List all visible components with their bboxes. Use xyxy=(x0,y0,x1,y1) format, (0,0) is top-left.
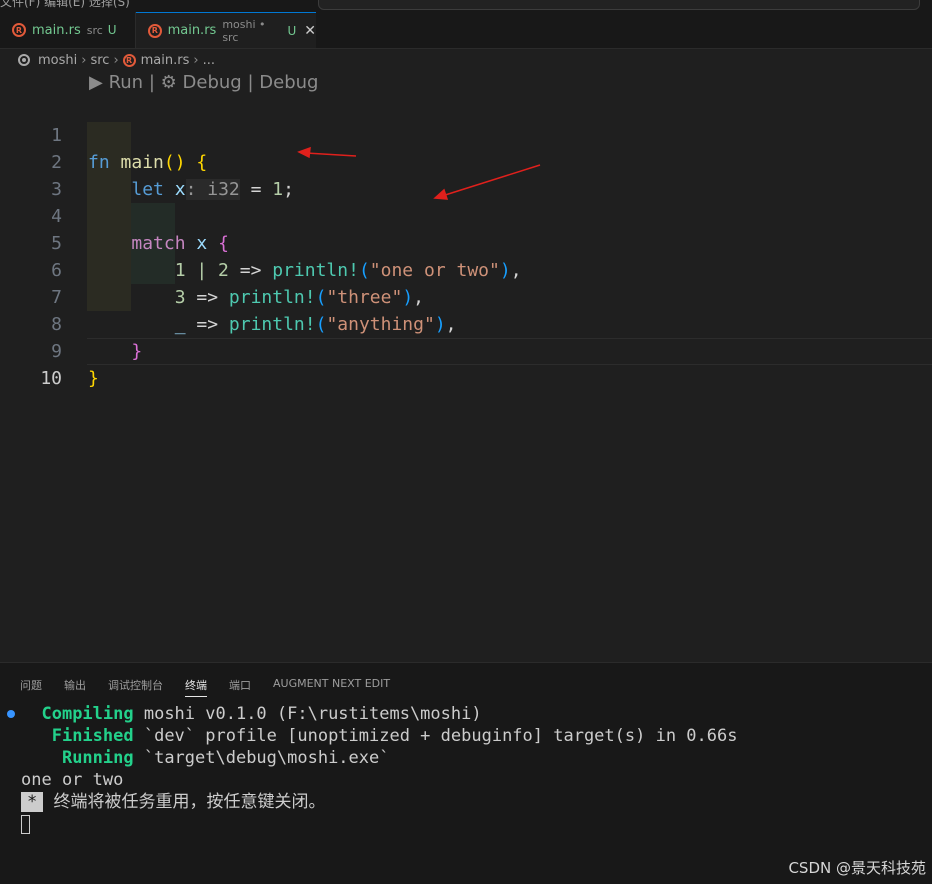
code-line: 2 let x: i32 = 1; xyxy=(0,122,932,200)
breadcrumb-item-moshi[interactable]: moshi xyxy=(38,53,77,68)
menu-bar[interactable]: 文件(F) 编辑(E) 选择(S) xyxy=(0,0,130,10)
code-line: 3 xyxy=(0,149,932,200)
untracked-badge: U xyxy=(287,23,297,38)
rust-file-icon: R xyxy=(122,53,136,67)
rust-file-icon: R xyxy=(12,23,26,37)
terminal-cursor xyxy=(21,814,30,834)
tab-label: main.rs xyxy=(167,23,217,38)
bottom-panel: 问题 输出 调试控制台 终端 端口 AUGMENT NEXT EDIT Comp… xyxy=(0,662,932,884)
code-line: 7 _ => println!("anything"), xyxy=(0,257,932,335)
untracked-badge: U xyxy=(107,23,117,37)
repo-icon xyxy=(18,54,30,66)
codelens-run[interactable]: Run xyxy=(109,72,144,93)
terminal-line: Compiling moshi v0.1.0 (F:\rustitems\mos… xyxy=(41,704,482,724)
code-line: 9 } xyxy=(0,311,932,389)
tab-main-rs-moshi[interactable]: R main.rs moshi • src U ✕ xyxy=(136,12,316,48)
panel-tabs: 问题 输出 调试控制台 终端 端口 AUGMENT NEXT EDIT xyxy=(20,677,412,697)
code-line: 5 1 | 2 => println!("one or two"), xyxy=(0,203,932,281)
tab-description: src xyxy=(86,23,103,37)
codelens-separator: | xyxy=(247,72,254,93)
tab-augment-next-edit[interactable]: AUGMENT NEXT EDIT xyxy=(273,677,390,697)
rust-file-icon: R xyxy=(148,23,162,38)
task-marker: * xyxy=(21,792,44,812)
codelens-debug-2[interactable]: Debug xyxy=(259,72,318,93)
terminal[interactable]: Compiling moshi v0.1.0 (F:\rustitems\mos… xyxy=(21,703,737,835)
tab-problems[interactable]: 问题 xyxy=(20,677,42,697)
code-line: 8 } xyxy=(0,284,932,362)
code-line: 4 match x { xyxy=(0,176,932,254)
tab-output[interactable]: 输出 xyxy=(64,677,86,697)
breadcrumb-item-src[interactable]: src xyxy=(90,53,109,68)
program-output: one or two xyxy=(21,770,124,790)
tab-ports[interactable]: 端口 xyxy=(229,677,251,697)
code-line: 6 3 => println!("three"), xyxy=(0,230,932,308)
chevron-right-icon: › xyxy=(81,52,87,68)
breadcrumb: moshi › src › R main.rs › ... xyxy=(18,50,215,70)
codelens-separator: | xyxy=(148,72,155,93)
terminal-line: Finished `dev` profile [unoptimized + de… xyxy=(51,726,738,746)
gear-icon: ⚙ xyxy=(160,72,177,93)
tab-terminal[interactable]: 终端 xyxy=(185,677,207,697)
tab-label: main.rs xyxy=(32,22,81,38)
tab-description: moshi • src xyxy=(222,17,266,44)
watermark: CSDN @景天科技苑 xyxy=(788,859,926,877)
title-bar: 文件(F) 编辑(E) 选择(S) xyxy=(0,0,932,12)
code-editor[interactable]: 1 fn main() { 2 let x: i32 = 1; 3 4 matc… xyxy=(0,95,932,389)
line-number: 10 xyxy=(40,368,62,389)
code-line: 1 fn main() { xyxy=(0,95,932,173)
play-icon: ▶ xyxy=(89,72,103,93)
chevron-right-icon: › xyxy=(193,52,199,68)
breadcrumb-item-file[interactable]: main.rs xyxy=(141,53,190,68)
chevron-right-icon: › xyxy=(113,52,119,68)
tab-main-rs-src[interactable]: R main.rs src U xyxy=(0,12,136,48)
terminal-line: * 终端将被任务重用，按任意键关闭。 xyxy=(21,791,737,813)
command-center[interactable] xyxy=(318,0,920,10)
code-line: 10 xyxy=(0,338,932,389)
reuse-message: 终端将被任务重用，按任意键关闭。 xyxy=(53,792,326,812)
close-icon[interactable]: ✕ xyxy=(304,23,316,39)
codelens-debug[interactable]: Debug xyxy=(183,72,242,93)
codelens: ▶ Run | ⚙ Debug | Debug xyxy=(89,72,318,93)
terminal-line xyxy=(21,813,737,835)
editor-tab-bar: R main.rs src U R main.rs moshi • src U … xyxy=(0,12,932,49)
command-status-dot xyxy=(7,710,15,718)
tab-debug-console[interactable]: 调试控制台 xyxy=(108,677,163,697)
terminal-line: Running `target\debug\moshi.exe` xyxy=(61,748,390,768)
breadcrumb-item-symbol[interactable]: ... xyxy=(203,53,215,68)
